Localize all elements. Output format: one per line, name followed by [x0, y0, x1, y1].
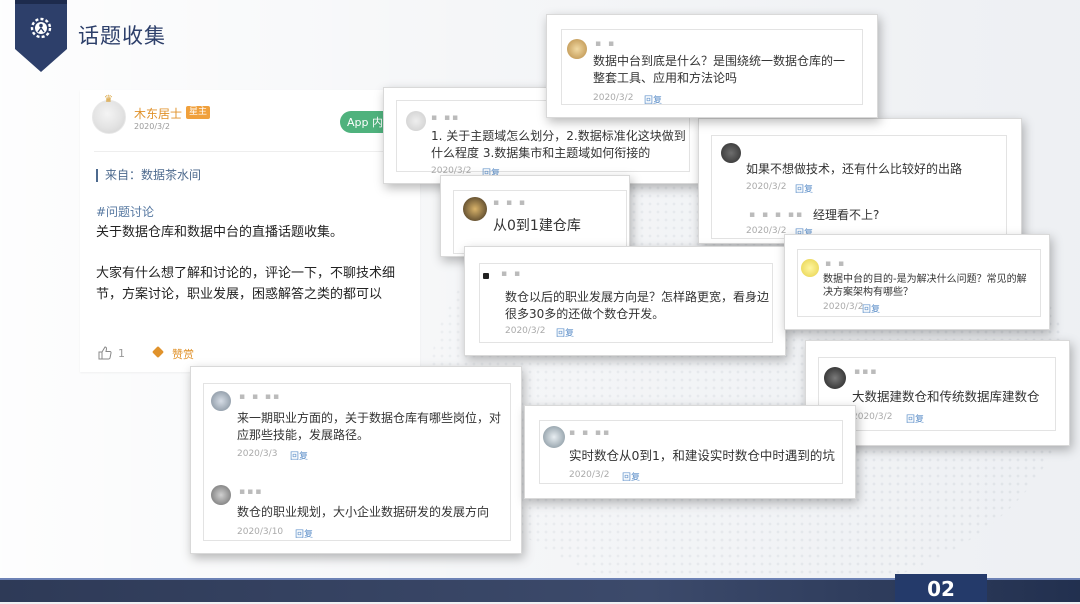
reply-link[interactable]: 回复 — [906, 412, 924, 425]
comment-date: 2020/3/2 — [505, 326, 546, 336]
reward-icon — [152, 346, 164, 358]
author-name[interactable]: 木东居士 — [134, 105, 182, 122]
reply-link[interactable]: 回复 — [795, 182, 813, 195]
page-title: 话题收集 — [78, 24, 166, 48]
reply-link[interactable]: 回复 — [295, 527, 313, 540]
reply-link[interactable]: 回复 — [622, 470, 640, 483]
comment-date: 2020/3/2 — [746, 182, 787, 192]
commenter-name: ▪ ▪ — [825, 259, 847, 269]
comment-date: 2020/3/2 — [852, 412, 893, 422]
post-source[interactable]: 来自：数据茶水间 — [96, 169, 201, 182]
author-avatar[interactable] — [92, 100, 126, 134]
commenter-name: ▪ ▪ ▪▪ — [239, 392, 282, 402]
comment-text: 数据中台到底是什么？是围绕统一数据仓库的一整套工具、应用和方法论吗 — [593, 54, 846, 85]
commenter-name: ▪ ▪▪ — [431, 113, 461, 123]
reply-link[interactable]: 回复 — [556, 326, 574, 339]
comment-card: ▪ ▪ ▪ 从0到1建仓库 — [440, 175, 630, 257]
commenter-avatar[interactable] — [483, 273, 489, 279]
like-count: 1 — [118, 347, 125, 360]
comment-card: ▪ ▪ ▪▪ 来一期职业方面的，关于数据仓库有哪些岗位，对应那些技能，发展路径。… — [190, 366, 522, 554]
commenter-avatar[interactable] — [211, 391, 231, 411]
post-date: 2020/3/2 — [134, 122, 170, 131]
commenter-avatar[interactable] — [211, 485, 231, 505]
reply-link[interactable]: 回复 — [290, 449, 308, 462]
comment-date: 2020/3/2 — [823, 302, 864, 312]
comment-text: 1. 关于主题域怎么划分，2.数据标准化这块做到什么程度 3.数据集市和主题域如… — [431, 129, 686, 160]
reply-link[interactable]: 回复 — [644, 93, 662, 106]
comment-text: 数仓以后的职业发展方向是？怎样路更宽，看身边很多30多的还做个数仓开发。 — [505, 290, 770, 321]
comment-date: 2020/3/10 — [237, 527, 284, 537]
comment-text: 大数据建数仓和传统数据库建数仓 — [852, 389, 1040, 404]
commenter-avatar[interactable] — [824, 367, 846, 389]
reply-link[interactable]: 回复 — [862, 302, 880, 315]
comment-text: 从0到1建仓库 — [493, 218, 581, 234]
comment-card: 如果不想做技术，还有什么比较好的出路 2020/3/2 回复 ▪ ▪ ▪ ▪▪ … — [698, 118, 1022, 244]
page-number: 02 — [895, 574, 987, 602]
topic-tag[interactable]: #问题讨论 — [96, 203, 154, 220]
comment-card: ▪ ▪ ▪▪ 实时数仓从0到1，和建设实时数仓中时遇到的坑 2020/3/2 回… — [524, 405, 856, 499]
comment-text: 数仓的职业规划，大小企业数据研发的发展方向 — [237, 505, 490, 519]
comment-date: 2020/3/2 — [593, 93, 634, 103]
comment-card: ▪ ▪ 数仓以后的职业发展方向是？怎样路更宽，看身边很多30多的还做个数仓开发。… — [464, 246, 786, 356]
comment-text: 数据中台的目的-是为解决什么问题？常见的解决方案架构有哪些？ — [823, 274, 1027, 298]
commenter-avatar[interactable] — [801, 259, 819, 277]
reward-button[interactable]: 赞赏 — [172, 346, 194, 362]
crown-icon: ♛ — [104, 94, 113, 105]
post-text-body: 大家有什么想了解和讨论的，评论一下，不聊技术细节，方案讨论，职业发展，困惑解答之… — [96, 266, 396, 302]
comment-text: 实时数仓从0到1，和建设实时数仓中时遇到的坑 — [569, 448, 835, 463]
comment-date: 2020/3/2 — [746, 226, 787, 236]
commenter-avatar[interactable] — [463, 197, 487, 221]
gear-person-icon — [30, 17, 52, 39]
comment-date: 2020/3/3 — [237, 449, 278, 459]
commenter-name: ▪▪▪ — [239, 487, 264, 497]
commenter-name: ▪ ▪ ▪▪ — [569, 428, 612, 438]
comment-text: 如果不想做技术，还有什么比较好的出路 — [746, 162, 963, 176]
commenter-name: ▪ ▪ — [595, 39, 617, 49]
divider — [94, 151, 420, 152]
post-text-line1: 关于数据仓库和数据中台的直播话题收集。 — [96, 225, 344, 240]
owner-badge: 星主 — [186, 106, 211, 119]
commenter-avatar[interactable] — [406, 111, 426, 131]
comment-card: ▪ ▪ 数据中台的目的-是为解决什么问题？常见的解决方案架构有哪些？ 2020/… — [784, 234, 1050, 330]
comment-text: 经理看不上? — [813, 208, 880, 222]
commenter-name: ▪ ▪ ▪ — [493, 198, 528, 208]
commenter-name: ▪ ▪ — [501, 269, 523, 279]
thumb-up-icon[interactable] — [98, 346, 112, 360]
commenter-name: ▪▪▪ — [854, 367, 879, 377]
comment-card: ▪ ▪ 数据中台到底是什么？是围绕统一数据仓库的一整套工具、应用和方法论吗 20… — [546, 14, 878, 118]
commenter-avatar[interactable] — [567, 39, 587, 59]
comment-date: 2020/3/2 — [569, 470, 610, 480]
commenter-avatar[interactable] — [721, 143, 741, 163]
commenter-name: ▪ ▪ ▪ ▪▪ — [749, 210, 805, 220]
commenter-avatar[interactable] — [543, 426, 565, 448]
comment-text: 来一期职业方面的，关于数据仓库有哪些岗位，对应那些技能，发展路径。 — [237, 411, 502, 442]
